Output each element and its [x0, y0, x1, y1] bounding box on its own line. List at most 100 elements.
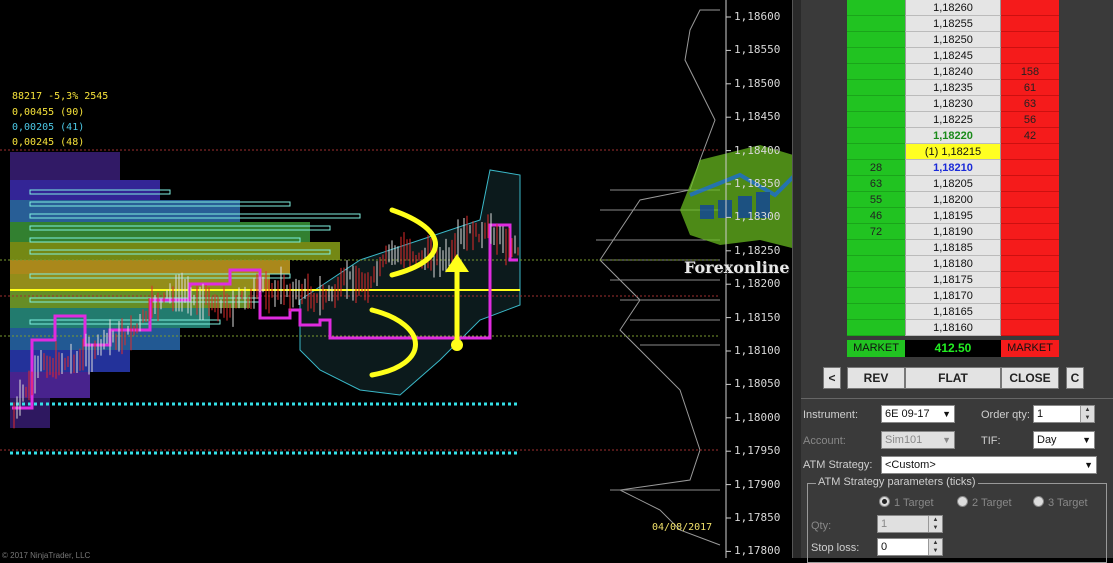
- ask-cell[interactable]: [1001, 160, 1059, 176]
- price-cell[interactable]: 1,18165: [905, 304, 1001, 320]
- bid-cell[interactable]: [847, 320, 905, 336]
- ask-cell[interactable]: [1001, 288, 1059, 304]
- ask-cell[interactable]: 42: [1001, 128, 1059, 144]
- bid-cell[interactable]: [847, 144, 905, 160]
- ladder-row[interactable]: 1,18165: [847, 304, 1059, 320]
- price-cell[interactable]: (1) 1,18215: [905, 144, 1001, 160]
- bid-cell[interactable]: 46: [847, 208, 905, 224]
- account-select[interactable]: Sim101 ▼: [881, 431, 955, 449]
- ladder-row[interactable]: 1,18170: [847, 288, 1059, 304]
- qty-stepper[interactable]: 1 ▲ ▼: [877, 515, 943, 533]
- ladder-row[interactable]: 1,18180: [847, 256, 1059, 272]
- price-cell[interactable]: 1,18230: [905, 96, 1001, 112]
- ladder-row[interactable]: 1,18255: [847, 16, 1059, 32]
- target-option-2[interactable]: 2 Target: [957, 496, 1012, 509]
- bid-cell[interactable]: [847, 32, 905, 48]
- ask-cell[interactable]: 63: [1001, 96, 1059, 112]
- bid-cell[interactable]: [847, 112, 905, 128]
- bid-cell[interactable]: [847, 128, 905, 144]
- instrument-select[interactable]: 6E 09-17 ▼: [881, 405, 955, 423]
- bid-cell[interactable]: [847, 256, 905, 272]
- bid-cell[interactable]: [847, 16, 905, 32]
- ladder-row[interactable]: 1,18235 61: [847, 80, 1059, 96]
- market-buy-button[interactable]: MARKET: [847, 340, 905, 357]
- bid-cell[interactable]: [847, 288, 905, 304]
- ladder-row[interactable]: 1,18250: [847, 32, 1059, 48]
- ask-cell[interactable]: [1001, 224, 1059, 240]
- flatten-button[interactable]: FLAT: [905, 367, 1001, 389]
- ladder-row[interactable]: 46 1,18195: [847, 208, 1059, 224]
- price-cell[interactable]: 1,18225: [905, 112, 1001, 128]
- ladder-row[interactable]: 1,18260: [847, 0, 1059, 16]
- bid-cell[interactable]: 63: [847, 176, 905, 192]
- price-cell[interactable]: 1,18205: [905, 176, 1001, 192]
- bid-cell[interactable]: 72: [847, 224, 905, 240]
- price-cell[interactable]: 1,18240: [905, 64, 1001, 80]
- stop-loss-stepper[interactable]: 0 ▲ ▼: [877, 538, 943, 556]
- ladder-row[interactable]: 28 1,18210: [847, 160, 1059, 176]
- bid-cell[interactable]: 28: [847, 160, 905, 176]
- ask-cell[interactable]: [1001, 192, 1059, 208]
- ladder-row[interactable]: 1,18185: [847, 240, 1059, 256]
- ask-cell[interactable]: 158: [1001, 64, 1059, 80]
- reverse-button[interactable]: REV: [847, 367, 905, 389]
- bid-cell[interactable]: [847, 48, 905, 64]
- price-cell[interactable]: 1,18245: [905, 48, 1001, 64]
- chart-canvas[interactable]: [0, 0, 792, 558]
- center-button[interactable]: C: [1066, 367, 1084, 389]
- price-cell[interactable]: 1,18170: [905, 288, 1001, 304]
- ask-cell[interactable]: [1001, 32, 1059, 48]
- ladder-row[interactable]: 1,18230 63: [847, 96, 1059, 112]
- bid-cell[interactable]: [847, 272, 905, 288]
- price-cell[interactable]: 1,18260: [905, 0, 1001, 16]
- price-cell[interactable]: 1,18190: [905, 224, 1001, 240]
- ask-cell[interactable]: [1001, 256, 1059, 272]
- ladder-row[interactable]: 1,18240 158: [847, 64, 1059, 80]
- bid-cell[interactable]: [847, 64, 905, 80]
- tif-select[interactable]: Day ▼: [1033, 431, 1095, 449]
- price-cell[interactable]: 1,18160: [905, 320, 1001, 336]
- atm-strategy-select[interactable]: <Custom> ▼: [881, 456, 1097, 474]
- ask-cell[interactable]: 56: [1001, 112, 1059, 128]
- ladder-row[interactable]: 63 1,18205: [847, 176, 1059, 192]
- stepper-arrows-icon[interactable]: ▲ ▼: [928, 539, 942, 555]
- ask-cell[interactable]: [1001, 240, 1059, 256]
- bid-cell[interactable]: 55: [847, 192, 905, 208]
- price-cell[interactable]: 1,18200: [905, 192, 1001, 208]
- target-option-3[interactable]: 3 Target: [1033, 496, 1088, 509]
- ladder-row[interactable]: 1,18160: [847, 320, 1059, 336]
- price-cell[interactable]: 1,18255: [905, 16, 1001, 32]
- ladder-row[interactable]: 1,18225 56: [847, 112, 1059, 128]
- ask-cell[interactable]: [1001, 16, 1059, 32]
- ladder-row[interactable]: (1) 1,18215: [847, 144, 1059, 160]
- bid-cell[interactable]: [847, 240, 905, 256]
- target-option-1[interactable]: 1 Target: [879, 496, 934, 509]
- price-cell[interactable]: 1,18250: [905, 32, 1001, 48]
- ask-cell[interactable]: [1001, 48, 1059, 64]
- ask-cell[interactable]: [1001, 304, 1059, 320]
- ask-cell[interactable]: [1001, 272, 1059, 288]
- ladder-row[interactable]: 72 1,18190: [847, 224, 1059, 240]
- ask-cell[interactable]: [1001, 176, 1059, 192]
- ladder-row[interactable]: 1,18175: [847, 272, 1059, 288]
- ask-cell[interactable]: [1001, 320, 1059, 336]
- bid-cell[interactable]: [847, 304, 905, 320]
- price-cell[interactable]: 1,18180: [905, 256, 1001, 272]
- price-cell[interactable]: 1,18210: [905, 160, 1001, 176]
- market-sell-button[interactable]: MARKET: [1001, 340, 1059, 357]
- ask-cell[interactable]: 61: [1001, 80, 1059, 96]
- scroll-left-button[interactable]: <: [823, 367, 841, 389]
- ladder-row[interactable]: 1,18220 42: [847, 128, 1059, 144]
- stepper-arrows-icon[interactable]: ▲ ▼: [928, 516, 942, 532]
- bid-cell[interactable]: [847, 0, 905, 16]
- ask-cell[interactable]: [1001, 144, 1059, 160]
- price-cell[interactable]: 1,18220: [905, 128, 1001, 144]
- stepper-arrows-icon[interactable]: ▲ ▼: [1080, 406, 1094, 422]
- order-qty-stepper[interactable]: 1 ▲ ▼: [1033, 405, 1095, 423]
- ladder-row[interactable]: 1,18245: [847, 48, 1059, 64]
- price-chart[interactable]: 88217 -5,3% 2545 0,00455 (90) 0,00205 (4…: [0, 0, 792, 560]
- price-cell[interactable]: 1,18235: [905, 80, 1001, 96]
- price-cell[interactable]: 1,18185: [905, 240, 1001, 256]
- close-button[interactable]: CLOSE: [1001, 367, 1059, 389]
- bid-cell[interactable]: [847, 96, 905, 112]
